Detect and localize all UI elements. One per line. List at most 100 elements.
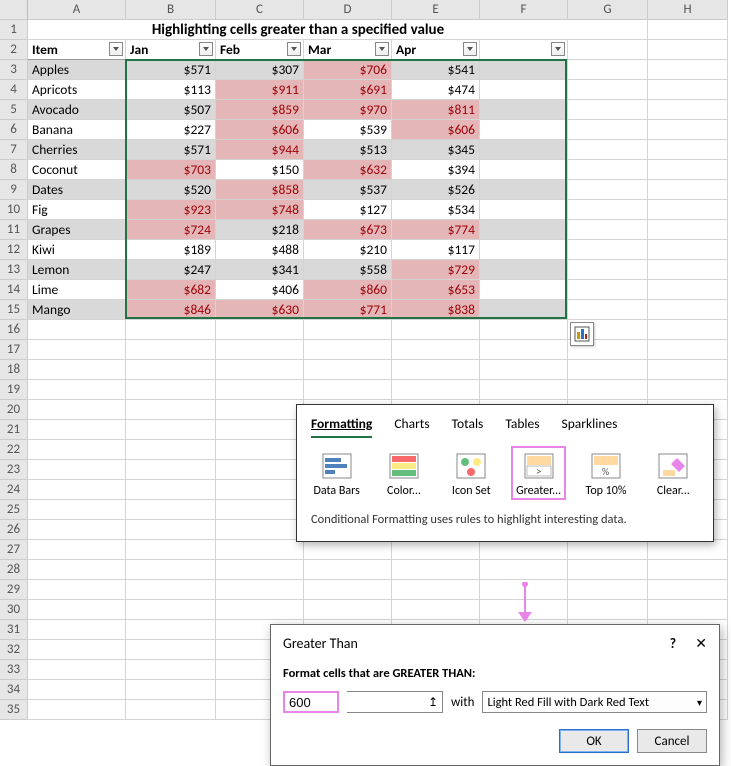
- cell[interactable]: [648, 380, 728, 400]
- cell[interactable]: [648, 560, 728, 580]
- cell[interactable]: [648, 60, 728, 80]
- item-name-cell[interactable]: Mango: [28, 300, 126, 320]
- cell[interactable]: [28, 340, 126, 360]
- data-cell[interactable]: $673: [304, 220, 392, 240]
- cell[interactable]: [28, 320, 126, 340]
- cell[interactable]: [216, 440, 304, 460]
- cell[interactable]: [126, 500, 216, 520]
- cell[interactable]: [568, 580, 648, 600]
- data-cell[interactable]: [480, 200, 568, 220]
- cell[interactable]: [648, 20, 728, 40]
- data-cell[interactable]: $911: [216, 80, 304, 100]
- column-header[interactable]: F: [480, 0, 568, 20]
- data-cell[interactable]: $606: [392, 120, 480, 140]
- cell[interactable]: [480, 380, 568, 400]
- ok-button[interactable]: OK: [559, 729, 629, 753]
- data-cell[interactable]: $771: [304, 300, 392, 320]
- data-cell[interactable]: $748: [216, 200, 304, 220]
- gallery-icon-set[interactable]: Icon Set: [446, 448, 497, 498]
- data-cell[interactable]: $394: [392, 160, 480, 180]
- cell[interactable]: [28, 360, 126, 380]
- cell[interactable]: [648, 600, 728, 620]
- cell[interactable]: [568, 100, 648, 120]
- data-cell[interactable]: $811: [392, 100, 480, 120]
- data-cell[interactable]: $117: [392, 240, 480, 260]
- item-name-cell[interactable]: Coconut: [28, 160, 126, 180]
- cell[interactable]: [648, 120, 728, 140]
- cell[interactable]: [216, 520, 304, 540]
- cell[interactable]: [216, 540, 304, 560]
- row-header[interactable]: 16: [0, 320, 28, 340]
- cell[interactable]: [568, 180, 648, 200]
- row-header[interactable]: 4: [0, 80, 28, 100]
- tab-totals[interactable]: Totals: [452, 415, 484, 438]
- cell[interactable]: [648, 140, 728, 160]
- cell[interactable]: [28, 400, 126, 420]
- cell[interactable]: [568, 60, 648, 80]
- cell[interactable]: [216, 560, 304, 580]
- dialog-help-button[interactable]: ?: [670, 635, 677, 652]
- row-header[interactable]: 30: [0, 600, 28, 620]
- data-cell[interactable]: $150: [216, 160, 304, 180]
- cell[interactable]: [648, 340, 728, 360]
- cell[interactable]: [126, 360, 216, 380]
- row-header[interactable]: 25: [0, 500, 28, 520]
- filter-dropdown-icon[interactable]: [109, 42, 123, 56]
- filter-dropdown-icon[interactable]: [199, 42, 213, 56]
- cell[interactable]: [648, 100, 728, 120]
- range-selector-extension[interactable]: ↥: [347, 691, 443, 713]
- cell[interactable]: [126, 460, 216, 480]
- cell[interactable]: [568, 80, 648, 100]
- row-header[interactable]: 34: [0, 680, 28, 700]
- row-header[interactable]: 14: [0, 280, 28, 300]
- filter-dropdown-icon[interactable]: [287, 42, 301, 56]
- cell[interactable]: [480, 560, 568, 580]
- item-name-cell[interactable]: Dates: [28, 180, 126, 200]
- data-cell[interactable]: [480, 80, 568, 100]
- threshold-input[interactable]: [283, 691, 339, 713]
- tab-charts[interactable]: Charts: [394, 415, 429, 438]
- item-name-cell[interactable]: Banana: [28, 120, 126, 140]
- cell[interactable]: [392, 380, 480, 400]
- cell[interactable]: [28, 440, 126, 460]
- data-cell[interactable]: $703: [126, 160, 216, 180]
- cell[interactable]: [28, 480, 126, 500]
- cell[interactable]: [648, 360, 728, 380]
- cell[interactable]: [568, 300, 648, 320]
- cell[interactable]: [392, 560, 480, 580]
- data-cell[interactable]: $774: [392, 220, 480, 240]
- data-cell[interactable]: $534: [392, 200, 480, 220]
- select-all-corner[interactable]: [0, 0, 28, 20]
- cell[interactable]: [28, 580, 126, 600]
- dialog-close-button[interactable]: ✕: [695, 635, 707, 652]
- row-header[interactable]: 11: [0, 220, 28, 240]
- cell[interactable]: [28, 460, 126, 480]
- cell[interactable]: [648, 540, 728, 560]
- cell[interactable]: [648, 580, 728, 600]
- row-header[interactable]: 22: [0, 440, 28, 460]
- cell[interactable]: [126, 680, 216, 700]
- data-cell[interactable]: $520: [126, 180, 216, 200]
- data-cell[interactable]: $127: [304, 200, 392, 220]
- data-cell[interactable]: $113: [126, 80, 216, 100]
- cell[interactable]: [648, 200, 728, 220]
- cell[interactable]: [126, 580, 216, 600]
- item-name-cell[interactable]: Cherries: [28, 140, 126, 160]
- cell[interactable]: [126, 440, 216, 460]
- data-cell[interactable]: $846: [126, 300, 216, 320]
- data-cell[interactable]: $571: [126, 140, 216, 160]
- data-cell[interactable]: $541: [392, 60, 480, 80]
- cell[interactable]: [568, 560, 648, 580]
- item-name-cell[interactable]: Kiwi: [28, 240, 126, 260]
- quick-analysis-button[interactable]: [570, 322, 594, 346]
- cell[interactable]: [392, 540, 480, 560]
- cell[interactable]: [648, 280, 728, 300]
- cell[interactable]: [568, 160, 648, 180]
- data-cell[interactable]: $691: [304, 80, 392, 100]
- cell[interactable]: [126, 420, 216, 440]
- data-cell[interactable]: $507: [126, 100, 216, 120]
- data-cell[interactable]: $406: [216, 280, 304, 300]
- filter-dropdown-icon[interactable]: [463, 42, 477, 56]
- data-cell[interactable]: [480, 280, 568, 300]
- gallery-data-bars[interactable]: Data Bars: [311, 448, 362, 498]
